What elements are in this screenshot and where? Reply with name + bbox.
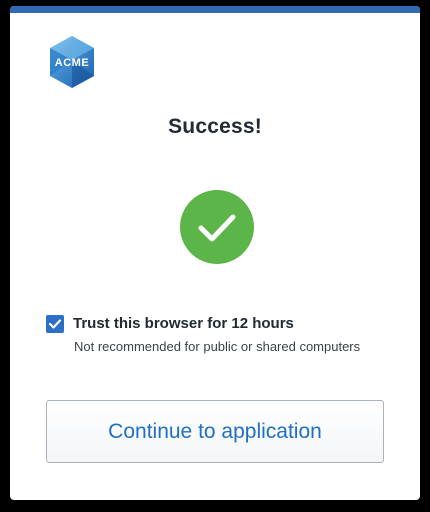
trust-browser-sublabel: Not recommended for public or shared com… (74, 339, 361, 354)
check-circle-icon (180, 190, 254, 264)
page-title: Success! (168, 115, 262, 138)
trust-browser-checkbox[interactable] (46, 315, 64, 333)
brand-accent-bar (10, 6, 420, 13)
acme-logo-text: ACME (55, 57, 89, 69)
login-card: ACME Success! Trust this browser for 12 … (10, 6, 420, 500)
continue-to-application-button[interactable]: Continue to application (46, 400, 384, 463)
trust-browser-row[interactable]: Trust this browser for 12 hours (46, 314, 406, 336)
checkmark-icon (48, 319, 62, 329)
trust-browser-label[interactable]: Trust this browser for 12 hours (73, 315, 294, 332)
acme-logo-icon: ACME (44, 34, 100, 90)
